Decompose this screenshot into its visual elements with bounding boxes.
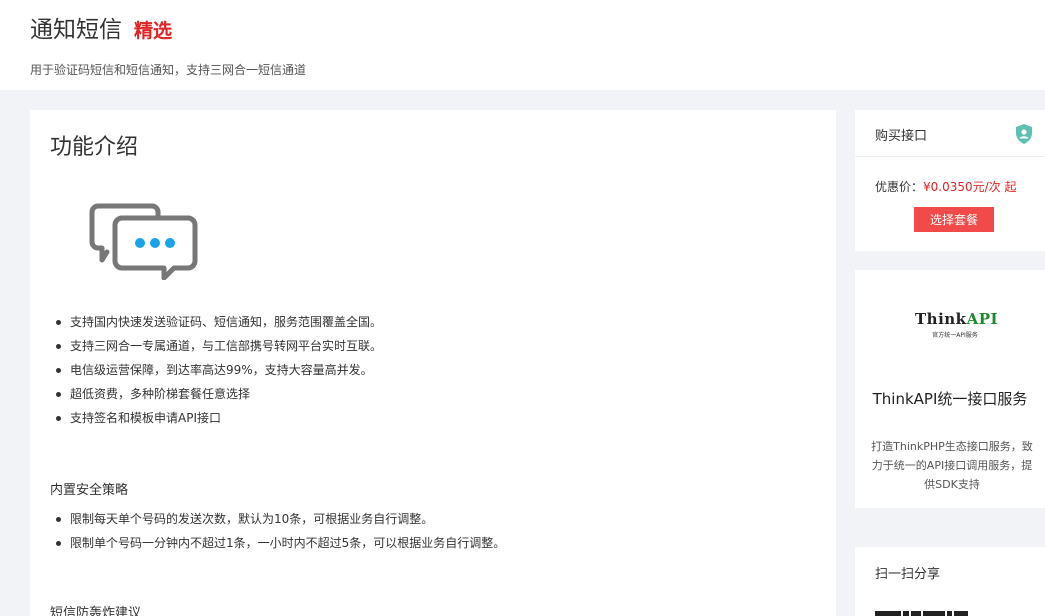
buy-card: 购买接口 优惠价：¥0.0350元/次 起 选择套餐: [855, 110, 1045, 251]
share-title: 扫一扫分享: [875, 567, 941, 582]
thinkapi-ad-card[interactable]: ThinkAPI 官方统一API服务 ThinkAPI统一接口服务 打造Thin…: [855, 270, 1045, 508]
title-row: 通知短信 精选: [30, 10, 172, 44]
list-item: 支持国内快速发送验证码、短信通知，服务范围覆盖全国。: [55, 310, 382, 334]
defense-heading: 短信防轰炸建议: [50, 606, 142, 616]
shield-user-icon: [1016, 124, 1032, 144]
ad-description: 打造ThinkPHP生态接口服务，致力于统一的API接口调用服务，提供SDK支持: [871, 440, 1033, 491]
logo-api-text: API: [966, 310, 999, 328]
price-row: 优惠价：¥0.0350元/次 起: [875, 178, 1017, 195]
page-subtitle: 用于验证码短信和短信通知，支持三网合一短信通道: [30, 63, 307, 77]
policy-heading: 内置安全策略: [50, 483, 129, 498]
list-item: 超低资费，多种阶梯套餐任意选择: [55, 382, 382, 406]
page-header: 通知短信 精选 用于验证码短信和短信通知，支持三网合一短信通道: [0, 0, 1045, 90]
buy-title: 购买接口: [875, 129, 928, 144]
list-item: 支持签名和模板申请API接口: [55, 406, 382, 430]
qr-code: [875, 611, 1045, 616]
feature-list: 支持国内快速发送验证码、短信通知，服务范围覆盖全国。 支持三网合一专属通道，与工…: [55, 310, 382, 430]
policy-list: 限制每天单个号码的发送次数，默认为10条，可根据业务自行调整。 限制单个号码一分…: [55, 507, 505, 555]
share-card: 扫一扫分享: [855, 547, 1045, 616]
price-value: ¥0.0350元/次 起: [923, 180, 1017, 194]
ad-title: ThinkAPI统一接口服务: [872, 390, 1028, 408]
list-item: 限制每天单个号码的发送次数，默认为10条，可根据业务自行调整。: [55, 507, 505, 531]
list-item: 支持三网合一专属通道，与工信部携号转网平台实时互联。: [55, 334, 382, 358]
thinkapi-logo: ThinkAPI 官方统一API服务: [915, 310, 999, 339]
page-title: 通知短信: [30, 17, 122, 43]
logo-tagline: 官方统一API服务: [932, 332, 978, 339]
choose-plan-button[interactable]: 选择套餐: [914, 207, 994, 232]
price-label: 优惠价：: [875, 180, 924, 194]
list-item: 限制单个号码一分钟内不超过1条，一小时内不超过5条，可以根据业务自行调整。: [55, 531, 505, 555]
section-title: 功能介绍: [50, 135, 139, 160]
buy-card-header: 购买接口: [855, 110, 1045, 157]
feature-card: 功能介绍 支持国内快速发送验证码、短信通知，服务范围覆盖全国。 支持三网合一专属…: [30, 110, 836, 616]
featured-badge: 精选: [134, 20, 173, 42]
chat-bubbles-icon: [89, 203, 198, 280]
logo-main-text: Think: [915, 310, 967, 328]
list-item: 电信级运营保障，到达率高达99%，支持大容量高并发。: [55, 358, 382, 382]
